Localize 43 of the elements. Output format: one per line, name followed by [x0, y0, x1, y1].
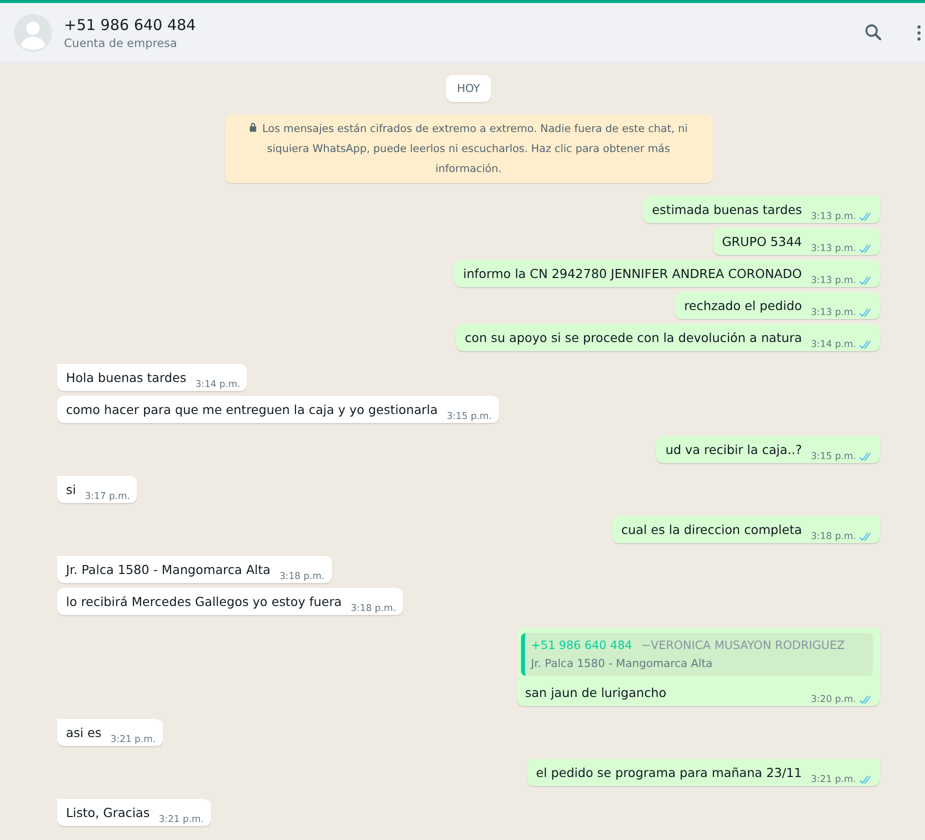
- message-time: 3:21 p.m.: [158, 814, 204, 825]
- quoted-message[interactable]: +51 986 640 484 ~VERONICA MUSAYON RODRIGUEZ Jr. Palca 1580 - Mangomarca Alta: [521, 633, 873, 676]
- message-text: san jaun de lurigancho: [525, 684, 666, 702]
- message-time: 3:17 p.m.: [84, 491, 130, 502]
- lock-icon: [249, 122, 258, 132]
- message-text: Listo, Gracias: [66, 804, 150, 822]
- message-text: lo recibirá Mercedes Gallegos yo estoy fuera: [66, 593, 342, 611]
- message-text: estimada buenas tardes: [652, 201, 802, 219]
- message-time: 3:20 p.m.: [810, 694, 856, 705]
- message-time: 3:13 p.m.: [810, 275, 856, 286]
- menu-icon[interactable]: [917, 24, 921, 40]
- message-text: con su apoyo si se procede con la devolución a natura: [464, 329, 802, 347]
- message-text: Jr. Palca 1580 - Mangomarca Alta: [66, 561, 270, 579]
- search-icon[interactable]: [864, 23, 883, 42]
- message-text: como hacer para que me entreguen la caja y yo gestionarla: [66, 401, 438, 419]
- message-time: 3:13 p.m.: [810, 307, 856, 318]
- message-text: GRUPO 5344: [722, 233, 802, 251]
- date-chip: HOY: [446, 75, 492, 102]
- encryption-notice[interactable]: Los mensajes están cifrados de extremo a extremo. Nadie fuera de este chat, ni siquiera WhatsApp, puede leerlos ni escucharlos. Haz clic para obtener más información.: [224, 115, 712, 183]
- contact-subtitle: Cuenta de empresa: [64, 36, 178, 50]
- message-text: cual es la direccion completa: [621, 521, 802, 539]
- message-time: 3:14 p.m.: [195, 379, 240, 390]
- message-text: asi es: [66, 724, 102, 742]
- message-text: ud va recibir la caja..?: [665, 441, 802, 459]
- contact-name[interactable]: +51 986 640 484: [64, 16, 196, 34]
- message-time: 3:18 p.m.: [350, 603, 396, 614]
- message-time: 3:21 p.m.: [110, 734, 156, 745]
- quote-sender: +51 986 640 484: [531, 638, 632, 652]
- quote-name: ~VERONICA MUSAYON RODRIGUEZ: [641, 638, 845, 652]
- message-text: si: [66, 481, 76, 499]
- message-time: 3:14 p.m.: [810, 339, 856, 350]
- message-text: Hola buenas tardes: [66, 369, 186, 387]
- message-time: 3:18 p.m.: [810, 531, 856, 542]
- message-text: informo la CN 2942780 JENNIFER ANDREA CORONADO: [463, 265, 802, 283]
- quote-text: Jr. Palca 1580 - Mangomarca Alta: [531, 657, 714, 670]
- message-text: rechzado el pedido: [684, 297, 802, 315]
- message-text: el pedido se programa para mañana 23/11: [536, 764, 802, 782]
- message-time: 3:18 p.m.: [279, 571, 325, 582]
- message-time: 3:21 p.m.: [810, 774, 856, 785]
- message-time: 3:13 p.m.: [810, 243, 856, 254]
- message-time: 3:13 p.m.: [810, 211, 856, 222]
- message-time: 3:15 p.m.: [446, 411, 492, 422]
- message-time: 3:15 p.m.: [810, 451, 856, 462]
